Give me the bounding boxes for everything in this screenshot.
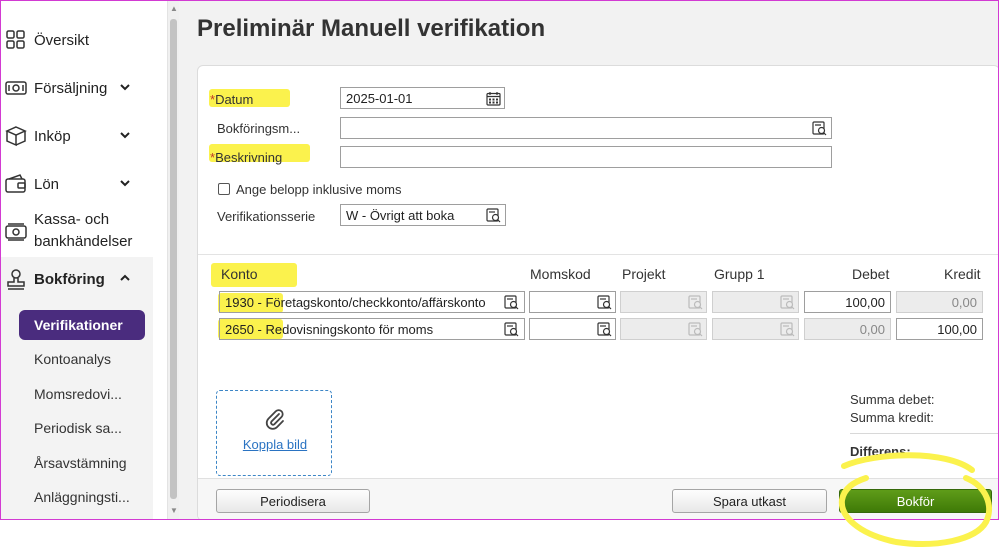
wallet-icon [5,174,26,193]
lookup-icon[interactable] [597,322,612,337]
summa-debet-label: Summa debet: [850,392,935,407]
table-row-2-debet[interactable]: 0,00 [804,318,891,340]
spara-utkast-button[interactable]: Spara utkast [672,489,827,513]
sidebar-item-label: Bokföring [34,270,105,288]
sidebar: Översikt Försäljning Inköp Lön Kassa- oc… [1,1,167,519]
lookup-icon[interactable] [504,295,519,310]
moms-checkbox-label: Ange belopp inklusive moms [236,182,402,197]
col-header-momskod: Momskod [530,266,591,282]
table-row-1-momskod[interactable] [529,291,616,313]
verifikationsserie-input[interactable]: W - Övrigt att boka [340,204,506,226]
chevron-down-icon [120,180,130,187]
chevron-down-icon [120,132,130,139]
bokforingsmall-label: Bokföringsm... [217,121,301,136]
col-header-projekt: Projekt [622,266,666,282]
sidebar-subitem-momsredovisning[interactable]: Momsredovi... [34,386,122,402]
table-row-1-kredit[interactable]: 0,00 [896,291,983,313]
datum-input[interactable]: 2025-01-01 [340,87,505,109]
sidebar-item-kassa-bank[interactable]: Kassa- och bankhändelser [1,209,153,253]
table-row-1-konto[interactable]: 1930 - Företagskonto/checkkonto/affärsko… [219,291,525,313]
action-footer: Periodisera Spara utkast Bokför [198,478,998,519]
sidebar-item-bokforing[interactable]: Bokföring [1,268,153,290]
chevron-up-icon [120,274,130,281]
table-row-2-momskod[interactable] [529,318,616,340]
attachment-dropzone[interactable]: Koppla bild [216,390,332,476]
sidebar-item-label: bankhändelser [34,233,133,250]
col-header-debet: Debet [852,266,890,282]
page-title: Preliminär Manuell verifikation [197,15,546,42]
scroll-thumb[interactable] [170,19,177,499]
col-header-kredit: Kredit [944,266,981,282]
scroll-up-icon[interactable]: ▲ [170,4,178,13]
grid-icon [6,30,25,49]
sidebar-item-inkop[interactable]: Inköp [1,125,153,147]
summary-divider [850,433,998,434]
koppla-bild-link[interactable]: Koppla bild [217,437,333,452]
sidebar-subitem-verifikationer[interactable]: Verifikationer [19,310,145,340]
verification-form-panel: *Datum 2025-01-01 Bokföringsm... *Beskri… [197,65,998,519]
sidebar-subitem-periodisk[interactable]: Periodisk sa... [34,420,122,436]
sidebar-item-label: Översikt [34,31,90,49]
lookup-icon[interactable] [486,208,501,223]
app-window: Översikt Försäljning Inköp Lön Kassa- oc… [0,0,999,520]
sidebar-item-label: Kassa- och [34,211,110,228]
table-row-2-grupp1 [712,318,799,340]
scroll-down-icon[interactable]: ▼ [170,506,178,515]
paperclip-icon [265,409,284,430]
bokfor-button[interactable]: Bokför [839,489,992,513]
periodisera-button[interactable]: Periodisera [216,489,370,513]
sidebar-subitem-anlaggning[interactable]: Anläggningsti... [34,489,130,505]
lookup-icon[interactable] [812,121,827,136]
sidebar-item-label: Inköp [34,127,71,145]
table-row-1-projekt [620,291,707,313]
bank-icon [5,223,27,241]
moms-checkbox[interactable] [218,183,230,195]
lookup-icon[interactable] [504,322,519,337]
sidebar-item-label: Försäljning [34,79,108,97]
sidebar-item-lon[interactable]: Lön [1,173,153,195]
table-row-2-projekt [620,318,707,340]
box-icon [5,126,27,147]
table-row-1-debet[interactable]: 100,00 [804,291,891,313]
table-row-1-grupp1 [712,291,799,313]
sidebar-subitem-kontoanalys[interactable]: Kontoanalys [34,351,111,367]
bokforingsmall-input[interactable] [340,117,832,139]
sidebar-item-forsaljning[interactable]: Försäljning [1,77,153,99]
table-row-2-kredit[interactable]: 100,00 [896,318,983,340]
col-header-konto: Konto [221,266,258,282]
lookup-icon [780,295,795,310]
chevron-down-icon [120,84,130,91]
sidebar-scrollbar[interactable]: ▲ ▼ [167,1,179,519]
stamp-icon [7,269,25,290]
lookup-icon [780,322,795,337]
sidebar-item-label: Lön [34,175,60,193]
datum-label: *Datum [210,92,254,107]
cash-icon [5,81,27,95]
beskrivning-input[interactable] [340,146,832,168]
lookup-icon [688,322,703,337]
calendar-icon[interactable] [486,91,501,106]
verifikationsserie-label: Verifikationsserie [217,209,316,224]
beskrivning-label: *Beskrivning [210,150,283,165]
lookup-icon[interactable] [597,295,612,310]
col-header-grupp1: Grupp 1 [714,266,765,282]
sidebar-item-oversikt[interactable]: Översikt [1,29,153,51]
table-row-2-konto[interactable]: 2650 - Redovisningskonto för moms [219,318,525,340]
summa-kredit-label: Summa kredit: [850,410,934,425]
differens-label: Differens: [850,444,911,459]
lookup-icon [688,295,703,310]
divider [198,254,998,255]
sidebar-subitem-arsavstamning[interactable]: Årsavstämning [34,455,127,471]
